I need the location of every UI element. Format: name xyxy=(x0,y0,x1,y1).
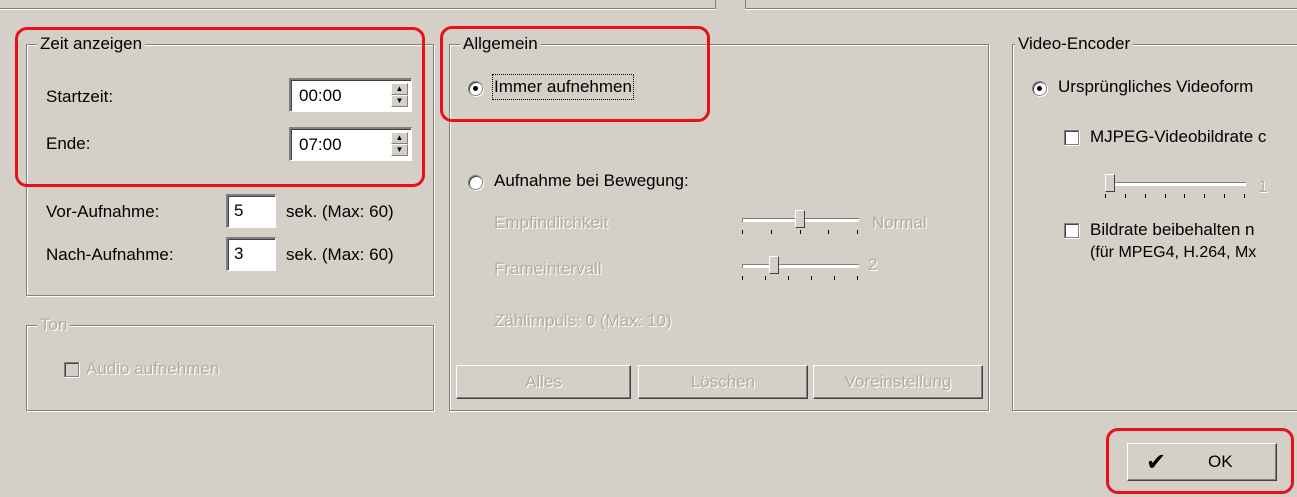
video-encoder-title: Video-Encoder xyxy=(1015,33,1134,55)
check-icon: ✔ xyxy=(1146,449,1167,476)
general-group-title: Allgemein xyxy=(460,33,541,55)
pre-record-suffix: sek. (Max: 60) xyxy=(286,202,394,221)
slider-tick xyxy=(1244,194,1245,198)
slider-tick xyxy=(1125,194,1126,198)
end-time-label: Ende: xyxy=(46,134,91,153)
preset-button[interactable]: Voreinstellung xyxy=(813,365,983,399)
mjpeg-checkbox[interactable] xyxy=(1064,130,1079,145)
spin-up-icon[interactable]: ▲ xyxy=(391,132,408,144)
sensitivity-slider[interactable] xyxy=(742,208,859,236)
audio-label: Audio aufnehmen xyxy=(86,359,220,378)
slider-tick xyxy=(834,276,835,280)
sensitivity-ticks xyxy=(742,230,858,234)
slider-tick xyxy=(857,276,858,280)
mjpeg-slider[interactable] xyxy=(1105,172,1246,200)
frame-interval-track xyxy=(742,264,859,268)
slider-tick xyxy=(1145,194,1146,198)
sound-group-title: Ton xyxy=(37,314,71,336)
slider-tick xyxy=(811,276,812,280)
spin-down-icon[interactable]: ▼ xyxy=(391,95,408,107)
keep-framerate-checkbox[interactable] xyxy=(1064,223,1079,238)
end-time-spinner[interactable]: ▲ ▼ xyxy=(391,132,408,156)
slider-tick xyxy=(1224,194,1225,198)
slider-tick xyxy=(765,276,766,280)
motion-record-label[interactable]: Aufnahme bei Bewegung: xyxy=(494,170,689,192)
mjpeg-label[interactable]: MJPEG-Videobildrate c xyxy=(1090,126,1266,148)
audio-checkbox[interactable] xyxy=(64,362,79,377)
frame-interval-label: Frameintervall xyxy=(494,259,602,278)
frame-interval-slider[interactable] xyxy=(742,254,859,282)
top-group-left-edge xyxy=(0,0,716,9)
slider-tick xyxy=(1204,194,1205,198)
slider-tick xyxy=(742,230,743,234)
frame-interval-ticks xyxy=(742,276,858,280)
slider-tick xyxy=(800,230,801,234)
end-time-value: 07:00 xyxy=(299,135,342,154)
top-group-right-edge xyxy=(745,0,1297,9)
end-time-input[interactable]: 07:00 ▲ ▼ xyxy=(289,127,412,161)
post-record-value: 3 xyxy=(234,244,244,263)
spin-down-icon[interactable]: ▼ xyxy=(391,144,408,156)
delete-button[interactable]: Löschen xyxy=(638,365,808,399)
spin-up-icon[interactable]: ▲ xyxy=(391,83,408,95)
original-format-label[interactable]: Ursprüngliches Videoform xyxy=(1058,76,1253,98)
slider-tick xyxy=(1184,194,1185,198)
slider-tick xyxy=(857,230,858,234)
slider-tick xyxy=(1165,194,1166,198)
mjpeg-track xyxy=(1105,182,1246,186)
pre-record-value: 5 xyxy=(234,201,244,220)
slider-tick xyxy=(1105,194,1106,198)
motion-record-radio[interactable] xyxy=(468,175,483,190)
mjpeg-ticks xyxy=(1105,194,1245,198)
keep-framerate-label[interactable]: Bildrate beibehalten n xyxy=(1090,219,1254,241)
always-record-label[interactable]: Immer aufnehmen xyxy=(492,74,634,100)
frame-interval-value: 2 xyxy=(868,255,878,274)
sensitivity-label: Empfindlichkeit xyxy=(494,213,609,232)
slider-tick xyxy=(788,276,789,280)
start-time-label: Startzeit: xyxy=(46,87,114,106)
pre-record-label: Vor-Aufnahme: xyxy=(46,202,160,221)
post-record-input[interactable]: 3 xyxy=(226,237,276,271)
sensitivity-thumb[interactable] xyxy=(795,210,805,228)
pulse-count-label: Zählimpuls: 0 (Max: 10) xyxy=(494,311,672,330)
start-time-spinner[interactable]: ▲ ▼ xyxy=(391,83,408,107)
mjpeg-value: 1 xyxy=(1258,177,1268,196)
slider-tick xyxy=(828,230,829,234)
ok-button[interactable]: ✔ OK xyxy=(1127,443,1277,481)
start-time-input[interactable]: 00:00 ▲ ▼ xyxy=(289,78,412,112)
keep-framerate-note: (für MPEG4, H.264, Mx xyxy=(1090,244,1257,261)
slider-tick xyxy=(742,276,743,280)
ok-button-label: OK xyxy=(1208,452,1233,471)
all-button[interactable]: Alles xyxy=(456,365,631,399)
time-group-title: Zeit anzeigen xyxy=(37,33,146,55)
slider-tick xyxy=(771,230,772,234)
sensitivity-value: Normal xyxy=(872,213,927,232)
frame-interval-thumb[interactable] xyxy=(769,256,779,274)
mjpeg-thumb[interactable] xyxy=(1105,174,1115,192)
always-record-radio[interactable] xyxy=(468,81,483,96)
pre-record-input[interactable]: 5 xyxy=(226,194,276,228)
post-record-label: Nach-Aufnahme: xyxy=(46,245,174,264)
start-time-value: 00:00 xyxy=(299,86,342,105)
original-format-radio[interactable] xyxy=(1032,81,1047,96)
post-record-suffix: sek. (Max: 60) xyxy=(286,245,394,264)
